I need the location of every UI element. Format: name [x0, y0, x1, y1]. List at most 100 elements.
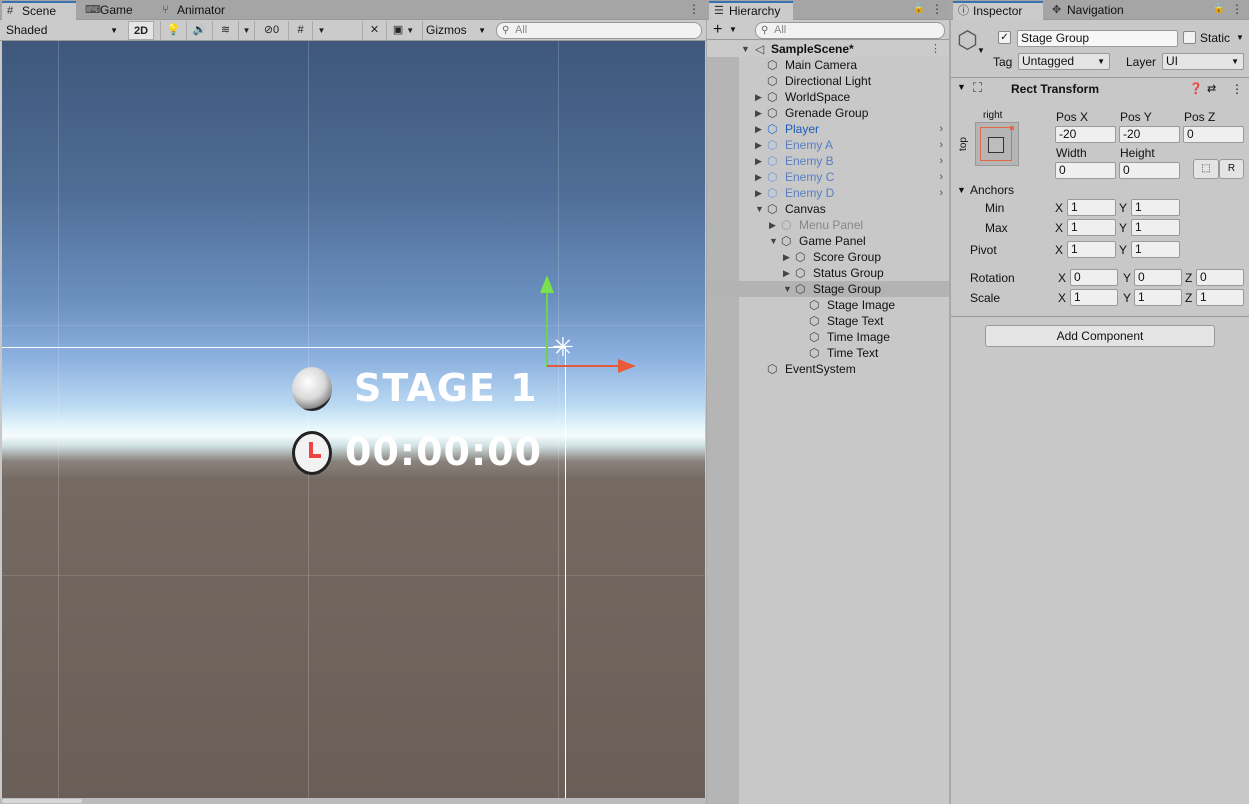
scene-viewport[interactable]: STAGE 1 00:00:00 ✳ — [2, 41, 705, 798]
hierarchy-item[interactable]: ▶ ⬡ Enemy B › — [707, 153, 949, 169]
effects-dropdown-arrow-icon[interactable]: ▼ — [238, 21, 254, 40]
tools-icon[interactable]: ✕ — [362, 21, 386, 40]
prefab-open-chevron-icon[interactable]: › — [939, 169, 943, 185]
collapse-arrow-icon[interactable]: ▶ — [755, 89, 762, 105]
object-name-field[interactable]: Stage Group — [1017, 30, 1178, 47]
collapse-arrow-icon[interactable]: ▶ — [769, 217, 776, 233]
height-field[interactable]: 0 — [1119, 162, 1180, 179]
draw-mode-dropdown[interactable]: Shaded ▼ — [6, 21, 122, 40]
pivot-y-field[interactable]: 1 — [1131, 241, 1180, 258]
scale-y-field[interactable]: 1 — [1134, 289, 1182, 306]
gizmo-x-axis[interactable] — [547, 365, 621, 367]
tab-game[interactable]: ⌨ Game — [80, 1, 150, 20]
lock-icon[interactable]: 🔒 — [1213, 3, 1225, 14]
hierarchy-search-input[interactable]: ⚲ All — [755, 22, 945, 39]
collapse-arrow-icon[interactable]: ▶ — [755, 105, 762, 121]
hierarchy-item[interactable]: ⬡ Directional Light — [707, 73, 949, 89]
tab-scene[interactable]: # Scene — [2, 1, 76, 20]
rect-transform-header[interactable]: ▼ ⛶ Rect Transform ❓ ⇄ ⋮ — [951, 80, 1249, 100]
scene-scrollbar[interactable] — [0, 798, 706, 804]
hierarchy-item[interactable]: ⬡ Time Image — [707, 329, 949, 345]
anchor-presets-button[interactable] — [975, 122, 1019, 166]
prefab-open-chevron-icon[interactable]: › — [939, 137, 943, 153]
collapse-arrow-icon[interactable]: ▶ — [755, 121, 762, 137]
hierarchy-item[interactable]: ▶ ⬡ WorldSpace — [707, 89, 949, 105]
prefab-open-chevron-icon[interactable]: › — [939, 185, 943, 201]
hierarchy-item[interactable]: ⬡ Stage Text — [707, 313, 949, 329]
collapse-arrow-icon[interactable]: ▼ — [957, 82, 966, 92]
tag-dropdown[interactable]: Untagged ▼ — [1018, 53, 1110, 70]
audio-toggle-icon[interactable]: 🔊 — [186, 21, 212, 40]
collapse-arrow-icon[interactable]: ▶ — [755, 169, 762, 185]
gizmo-x-arrow-icon[interactable] — [618, 359, 636, 373]
raw-edit-button[interactable]: R — [1219, 159, 1244, 179]
rotation-z-field[interactable]: 0 — [1196, 269, 1244, 286]
hierarchy-item[interactable]: ▶ ⬡ Menu Panel — [707, 217, 949, 233]
gizmo-y-arrow-icon[interactable] — [540, 275, 554, 293]
expand-arrow-icon[interactable]: ▼ — [783, 281, 792, 297]
expand-arrow-icon[interactable]: ▼ — [755, 201, 764, 217]
collapse-arrow-icon[interactable]: ▶ — [755, 185, 762, 201]
hidden-objects-toggle[interactable]: ⊘0 — [254, 21, 288, 40]
component-menu-icon[interactable]: ⋮ — [1231, 82, 1243, 96]
tab-animator[interactable]: ⑂ Animator — [157, 1, 237, 20]
scale-x-field[interactable]: 1 — [1070, 289, 1118, 306]
lighting-toggle-icon[interactable]: 💡 — [160, 21, 186, 40]
inspector-menu-icon[interactable]: ⋮ — [1231, 2, 1243, 16]
collapse-arrow-icon[interactable]: ▶ — [783, 265, 790, 281]
expand-arrow-icon[interactable]: ▼ — [769, 233, 778, 249]
gizmos-dropdown[interactable]: Gizmos ▼ — [422, 21, 488, 40]
rotation-x-field[interactable]: 0 — [1070, 269, 1118, 286]
hierarchy-item[interactable]: ▼ ⬡ Stage Group — [707, 281, 949, 297]
hierarchy-menu-icon[interactable]: ⋮ — [931, 2, 943, 16]
rotation-y-field[interactable]: 0 — [1134, 269, 1182, 286]
anchor-max-y-field[interactable]: 1 — [1131, 219, 1180, 236]
static-checkbox[interactable] — [1183, 31, 1196, 44]
help-icon[interactable]: ❓ — [1189, 82, 1203, 95]
gameobject-cube-icon[interactable]: ⬡ — [957, 28, 978, 54]
grid-dropdown-arrow-icon[interactable]: ▼ — [312, 21, 330, 40]
hierarchy-item[interactable]: ⬡ Main Camera — [707, 57, 949, 73]
static-dropdown-arrow-icon[interactable]: ▼ — [1236, 33, 1244, 42]
hierarchy-item[interactable]: ▶ ⬡ Status Group — [707, 265, 949, 281]
hierarchy-item[interactable]: ⬡ EventSystem — [707, 361, 949, 377]
scene-menu-icon[interactable]: ⋮ — [688, 2, 700, 16]
hierarchy-item[interactable]: ▶ ⬡ Enemy A › — [707, 137, 949, 153]
preset-icon[interactable]: ⇄ — [1207, 82, 1216, 95]
expand-arrow-icon[interactable]: ▼ — [741, 41, 750, 57]
width-field[interactable]: 0 — [1055, 162, 1116, 179]
hierarchy-item[interactable]: ▼ ⬡ Game Panel — [707, 233, 949, 249]
active-checkbox[interactable]: ✓ — [998, 31, 1011, 44]
collapse-arrow-icon[interactable]: ▶ — [783, 249, 790, 265]
scene-search-input[interactable]: ⚲ All — [496, 22, 702, 39]
collapse-arrow-icon[interactable]: ▶ — [755, 153, 762, 169]
hierarchy-item[interactable]: ▶ ⬡ Player › — [707, 121, 949, 137]
prefab-open-chevron-icon[interactable]: › — [939, 121, 943, 137]
pos-z-field[interactable]: 0 — [1183, 126, 1244, 143]
add-dropdown-arrow-icon[interactable]: ▼ — [729, 20, 737, 40]
camera-dropdown-icon[interactable]: ▣ ▼ — [386, 21, 420, 40]
anchor-min-x-field[interactable]: 1 — [1067, 199, 1116, 216]
prefab-open-chevron-icon[interactable]: › — [939, 153, 943, 169]
anchor-min-y-field[interactable]: 1 — [1131, 199, 1180, 216]
hierarchy-item[interactable]: ▼ ⬡ Canvas — [707, 201, 949, 217]
hierarchy-item[interactable]: ▶ ⬡ Enemy D › — [707, 185, 949, 201]
pivot-icon[interactable]: ✳ — [552, 334, 574, 360]
scene-root-row[interactable]: ▼ ◁ SampleScene* ⋮ — [707, 41, 949, 57]
add-icon[interactable]: + — [713, 20, 722, 40]
pivot-x-field[interactable]: 1 — [1067, 241, 1116, 258]
blueprint-mode-button[interactable]: ⬚ — [1193, 159, 1219, 179]
tab-hierarchy[interactable]: ☰ Hierarchy — [709, 1, 793, 20]
hierarchy-item[interactable]: ⬡ Time Text — [707, 345, 949, 361]
grid-toggle-icon[interactable]: # — [288, 21, 312, 40]
collapse-arrow-icon[interactable]: ▶ — [755, 137, 762, 153]
layer-dropdown[interactable]: UI ▼ — [1162, 53, 1244, 70]
hierarchy-item[interactable]: ▶ ⬡ Grenade Group — [707, 105, 949, 121]
anchors-foldout-arrow-icon[interactable]: ▼ — [957, 185, 966, 195]
anchor-max-x-field[interactable]: 1 — [1067, 219, 1116, 236]
icon-dropdown-arrow-icon[interactable]: ▼ — [977, 46, 985, 55]
effects-toggle-icon[interactable]: ≋ — [212, 21, 238, 40]
pos-y-field[interactable]: -20 — [1119, 126, 1180, 143]
lock-icon[interactable]: 🔒 — [913, 3, 925, 14]
add-component-button[interactable]: Add Component — [985, 325, 1215, 347]
